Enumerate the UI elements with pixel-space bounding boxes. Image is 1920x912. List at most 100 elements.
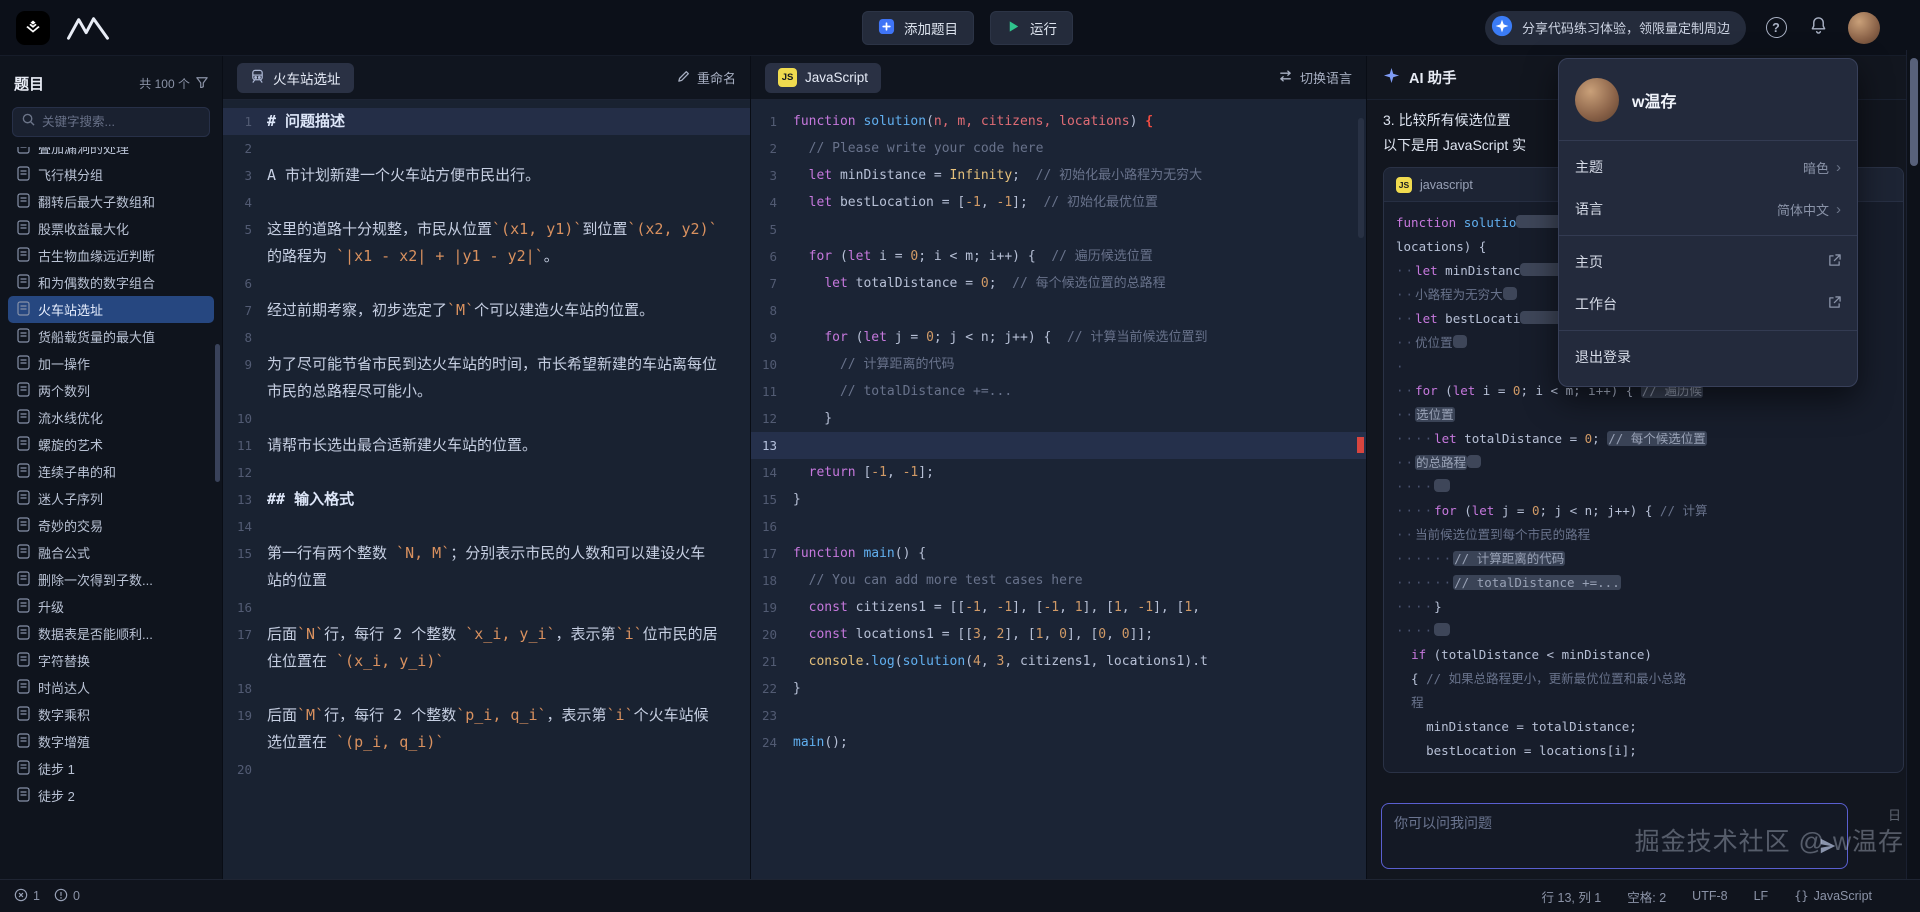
problem-list-item[interactable]: 加一操作	[8, 350, 214, 377]
problem-list-item[interactable]: 股票收益最大化	[8, 215, 214, 242]
problem-list-item[interactable]: 流水线优化	[8, 404, 214, 431]
watermark: 日 掘金技术社区 @ w温存	[1635, 822, 1904, 858]
problem-list-item[interactable]: 两个数列	[8, 377, 214, 404]
problem-list-item[interactable]: 迷人子序列	[8, 485, 214, 512]
language-tab[interactable]: JS JavaScript	[765, 63, 881, 93]
add-question-button[interactable]: 添加题目	[862, 11, 974, 45]
document-icon	[17, 679, 30, 697]
line-number: 18	[751, 567, 793, 594]
sidebar-scrollbar[interactable]	[215, 344, 220, 482]
code-line: 4 let bestLocation = [-1, -1]; // 初始化最优位…	[751, 189, 1366, 216]
rename-button[interactable]: 重命名	[677, 68, 736, 87]
line-number: 5	[751, 216, 793, 243]
cursor-position[interactable]: 行 13, 列 1	[1542, 887, 1602, 906]
document-icon	[17, 598, 30, 616]
problem-title: 加一操作	[38, 354, 90, 373]
user-menu-profile[interactable]: w温存	[1559, 65, 1857, 135]
scrollbar-thumb[interactable]	[1910, 58, 1918, 166]
document-icon	[17, 220, 30, 238]
train-icon	[250, 69, 265, 87]
document-icon	[17, 193, 30, 211]
problem-list-item[interactable]: 时尚达人	[8, 674, 214, 701]
code-line: 13	[751, 432, 1366, 459]
menu-divider	[1559, 140, 1857, 141]
search-input[interactable]	[42, 115, 192, 129]
juejin-logo-icon[interactable]	[16, 11, 50, 45]
problem-list-item[interactable]: 货船载货量的最大值	[8, 323, 214, 350]
external-link-icon	[1828, 254, 1841, 270]
problem-list-item[interactable]: 字符替换	[8, 647, 214, 674]
line-number: 9	[751, 324, 793, 351]
line-number: 17	[223, 621, 267, 675]
ai-code-line: 程	[1396, 691, 1891, 715]
problem-markdown[interactable]: 1# 问题描述23A 市计划新建一个火车站方便市民出行。45这里的道路十分规整，…	[223, 100, 750, 879]
language-mode[interactable]: {} JavaScript	[1794, 889, 1872, 903]
problem-list-item[interactable]: 数字增殖	[8, 728, 214, 755]
problem-list-item[interactable]: 和为偶数的数字组合	[8, 269, 214, 296]
problem-list-item[interactable]: 徒步 2	[8, 782, 214, 809]
run-button[interactable]: 运行	[990, 11, 1073, 45]
help-button[interactable]: ?	[1764, 16, 1788, 40]
eol-setting[interactable]: LF	[1754, 889, 1769, 903]
code-line: 15}	[751, 486, 1366, 513]
filter-icon[interactable]	[196, 76, 208, 91]
editor-scrollbar[interactable]	[1358, 118, 1364, 238]
search-box[interactable]	[12, 107, 210, 137]
problem-list-item[interactable]: 火车站选址	[8, 296, 214, 323]
code-line: 12 }	[751, 405, 1366, 432]
line-number: 8	[223, 324, 267, 351]
encoding[interactable]: UTF-8	[1692, 889, 1727, 903]
problem-title: 字符替换	[38, 651, 90, 670]
user-avatar[interactable]	[1848, 12, 1880, 44]
switch-language-button[interactable]: 切换语言	[1278, 68, 1352, 87]
problem-list-item[interactable]: 数据表是否能顺利...	[8, 620, 214, 647]
problem-title: 徒步 2	[38, 786, 75, 805]
problem-list-item[interactable]: 徒步 1	[8, 755, 214, 782]
markdown-line: 14	[223, 513, 750, 540]
problem-title: 叠加漏洞的处理	[38, 147, 129, 157]
problem-list-item[interactable]: 翻转后最大子数组和	[8, 188, 214, 215]
markdown-line: 20	[223, 756, 750, 783]
window-scrollbar[interactable]	[1906, 50, 1920, 879]
line-number: 13	[223, 486, 267, 513]
menu-item-language[interactable]: 语言 简体中文›	[1559, 188, 1857, 230]
document-icon	[17, 625, 30, 643]
menu-item-logout[interactable]: 退出登录	[1559, 336, 1857, 378]
error-count[interactable]: 1	[14, 888, 40, 905]
problem-list-item[interactable]: 叠加漏洞的处理	[8, 147, 214, 161]
problem-title: 数据表是否能顺利...	[38, 624, 153, 643]
code-line: 21 console.log(solution(4, 3, citizens1,…	[751, 648, 1366, 675]
problem-list-item[interactable]: 古生物血缘远近判断	[8, 242, 214, 269]
problem-list-item[interactable]: 飞行棋分组	[8, 161, 214, 188]
notification-button[interactable]	[1806, 16, 1830, 40]
menu-item-workspace[interactable]: 工作台	[1559, 283, 1857, 325]
ai-title: AI 助手	[1409, 67, 1457, 88]
indent-setting[interactable]: 空格: 2	[1627, 887, 1666, 906]
line-number: 17	[751, 540, 793, 567]
problem-tab[interactable]: 火车站选址	[237, 63, 354, 93]
problem-list-item[interactable]: 连续子串的和	[8, 458, 214, 485]
problem-list-item[interactable]: 融合公式	[8, 539, 214, 566]
line-number: 23	[751, 702, 793, 729]
line-number: 16	[751, 513, 793, 540]
problem-list-item[interactable]: 升级	[8, 593, 214, 620]
problem-title: 数字乘积	[38, 705, 90, 724]
code-line: 10 // 计算距离的代码	[751, 351, 1366, 378]
warning-count[interactable]: 0	[54, 888, 80, 905]
problem-list-item[interactable]: 删除一次得到子数...	[8, 566, 214, 593]
code-editor[interactable]: 1function solution(n, m, citizens, locat…	[751, 100, 1366, 879]
problem-list-item[interactable]: 奇妙的交易	[8, 512, 214, 539]
problem-list-item[interactable]: 螺旋的艺术	[8, 431, 214, 458]
loading-placeholder	[1503, 287, 1517, 300]
line-number: 19	[223, 702, 267, 756]
problem-list-item[interactable]: 数字乘积	[8, 701, 214, 728]
document-icon	[17, 301, 30, 319]
problem-list: 叠加漏洞的处理飞行棋分组翻转后最大子数组和股票收益最大化古生物血缘远近判断和为偶…	[0, 147, 222, 879]
promo-badge[interactable]: 分享代码练习体验，领限量定制周边	[1485, 11, 1746, 45]
line-number: 11	[751, 378, 793, 405]
menu-item-home[interactable]: 主页	[1559, 241, 1857, 283]
mountain-logo-icon[interactable]	[66, 15, 110, 41]
menu-item-theme[interactable]: 主题 暗色›	[1559, 146, 1857, 188]
ai-code-line: ····}	[1396, 595, 1891, 619]
line-number: 9	[223, 351, 267, 405]
